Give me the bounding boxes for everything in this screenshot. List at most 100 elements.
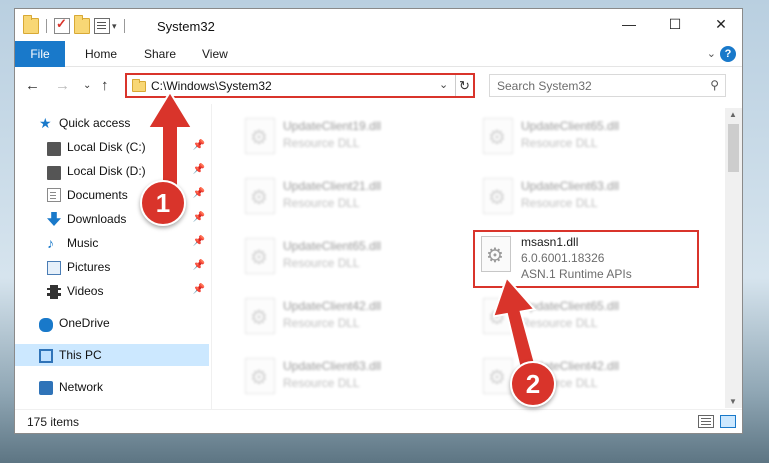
explorer-window: ▾ System32 — ☐ ✕ File Home Share View ⌄ …: [14, 8, 743, 434]
title-bar: ▾ System32 — ☐ ✕: [15, 9, 742, 41]
close-button[interactable]: ✕: [698, 9, 742, 39]
drive-icon: [47, 166, 61, 180]
pin-icon[interactable]: 📌: [193, 284, 205, 295]
vertical-scrollbar[interactable]: ▲ ▼: [725, 108, 742, 408]
dll-file-icon: [245, 298, 275, 334]
step-2-badge: 2: [510, 361, 556, 407]
maximize-icon: ☐: [668, 15, 682, 32]
dll-file-icon: [483, 178, 513, 214]
customize-dropdown-icon[interactable]: ▾: [112, 21, 117, 32]
new-folder-icon[interactable]: [74, 15, 90, 34]
file-item[interactable]: UpdateClient21.dll Resource DLL: [235, 174, 455, 222]
help-icon[interactable]: ?: [720, 46, 736, 62]
dll-file-icon: [245, 178, 275, 214]
sidebar-item-label: Videos: [67, 284, 104, 298]
up-arrow-icon[interactable]: ↑: [101, 77, 109, 94]
sidebar-item-label: OneDrive: [59, 316, 110, 330]
scrollbar-thumb[interactable]: [728, 124, 739, 172]
file-list: UpdateClient19.dll Resource DLL UpdateCl…: [215, 108, 725, 408]
dll-file-icon: [245, 358, 275, 394]
dll-file-icon: [245, 238, 275, 274]
sidebar-item-this-pc[interactable]: This PC: [15, 344, 209, 366]
sidebar-item-label: Local Disk (C:): [67, 140, 146, 154]
file-item[interactable]: UpdateClient19.dll Resource DLL: [235, 114, 455, 162]
pin-icon[interactable]: 📌: [193, 260, 205, 271]
file-name: UpdateClient42.dll: [283, 299, 382, 313]
address-folder-icon: [132, 79, 146, 92]
sidebar-item-videos[interactable]: Videos 📌: [15, 280, 209, 302]
dll-file-icon: [481, 236, 511, 272]
forward-arrow-icon[interactable]: →: [55, 77, 70, 94]
scroll-down-icon[interactable]: ▼: [729, 397, 737, 406]
search-icon: ⚲: [710, 78, 719, 92]
search-box[interactable]: Search System32 ⚲: [489, 74, 726, 97]
file-name: UpdateClient63.dll: [521, 179, 620, 193]
file-item[interactable]: UpdateClient63.dll Resource DLL: [235, 354, 455, 402]
navigation-bar: ← → ⌄ ↑ C:\Windows\System32 ⌄ ↻ Search S…: [15, 68, 742, 104]
large-icons-view-icon[interactable]: [720, 415, 736, 428]
file-description: Resource DLL: [283, 256, 360, 270]
step-1-badge: 1: [140, 180, 186, 226]
file-description: Resource DLL: [283, 136, 360, 150]
sidebar-item-label: Music: [67, 236, 99, 250]
minimize-button[interactable]: —: [606, 9, 652, 39]
tab-share[interactable]: Share: [144, 41, 176, 67]
downloads-icon: [47, 212, 61, 226]
expand-ribbon-icon[interactable]: ⌄: [707, 47, 716, 60]
toolbar-separator: [123, 19, 125, 33]
onedrive-icon: [39, 318, 53, 332]
close-icon: ✕: [715, 15, 727, 32]
drive-icon: [47, 142, 61, 156]
sidebar-item-network[interactable]: Network: [15, 376, 209, 398]
sidebar-item-label: Local Disk (D:): [67, 164, 146, 178]
item-count: 175 items: [27, 415, 80, 429]
folder-icon: [23, 15, 39, 34]
tab-home[interactable]: Home: [85, 41, 117, 67]
properties-check-icon[interactable]: [54, 16, 70, 34]
file-name: UpdateClient65.dll: [283, 239, 382, 253]
file-description: Resource DLL: [521, 196, 598, 210]
toolbar-separator: [46, 19, 47, 33]
back-arrow-icon[interactable]: ←: [25, 77, 40, 94]
pin-icon[interactable]: 📌: [193, 236, 205, 247]
sidebar-item-music[interactable]: ♪ Music 📌: [15, 232, 209, 254]
pane-divider: [211, 104, 212, 409]
address-dropdown-icon[interactable]: ⌄: [439, 78, 448, 91]
file-item[interactable]: UpdateClient65.dll Resource DLL: [473, 114, 693, 162]
file-name: UpdateClient65.dll: [521, 119, 620, 133]
sidebar-item-label: Network: [59, 380, 104, 394]
file-item[interactable]: UpdateClient63.dll Resource DLL: [473, 174, 693, 222]
dll-file-icon: [483, 118, 513, 154]
sidebar-item-pictures[interactable]: Pictures 📌: [15, 256, 209, 278]
scroll-up-icon[interactable]: ▲: [729, 110, 737, 119]
search-input[interactable]: Search System32: [497, 79, 592, 93]
file-description: Resource DLL: [283, 376, 360, 390]
sidebar-item-onedrive[interactable]: OneDrive: [15, 312, 209, 334]
file-name: UpdateClient63.dll: [283, 359, 382, 373]
this-pc-icon: [39, 348, 53, 363]
address-path[interactable]: C:\Windows\System32: [151, 79, 272, 93]
file-item[interactable]: UpdateClient65.dll Resource DLL: [235, 234, 455, 282]
file-version: 6.0.6001.18326: [521, 251, 605, 265]
sidebar-item-label: This PC: [59, 348, 102, 362]
star-icon: ★: [39, 115, 52, 131]
network-icon: [39, 380, 53, 395]
customize-toolbar-icon[interactable]: [94, 18, 110, 34]
file-name: UpdateClient19.dll: [283, 119, 382, 133]
videos-icon: [47, 284, 61, 299]
sidebar-item-label: Pictures: [67, 260, 111, 274]
refresh-icon[interactable]: ↻: [455, 75, 473, 96]
tab-file[interactable]: File: [15, 41, 65, 67]
tab-view[interactable]: View: [202, 41, 228, 67]
minimize-icon: —: [622, 16, 636, 32]
status-bar: 175 items: [15, 409, 742, 433]
maximize-button[interactable]: ☐: [652, 9, 698, 39]
file-description: Resource DLL: [283, 316, 360, 330]
pin-icon[interactable]: 📌: [193, 212, 205, 223]
file-item[interactable]: UpdateClient42.dll Resource DLL: [235, 294, 455, 342]
quick-access-toolbar: ▾: [23, 15, 128, 35]
file-description: Resource DLL: [283, 196, 360, 210]
file-name: msasn1.dll: [521, 235, 579, 249]
recent-locations-chevron-icon[interactable]: ⌄: [83, 80, 91, 91]
details-view-icon[interactable]: [698, 415, 714, 428]
